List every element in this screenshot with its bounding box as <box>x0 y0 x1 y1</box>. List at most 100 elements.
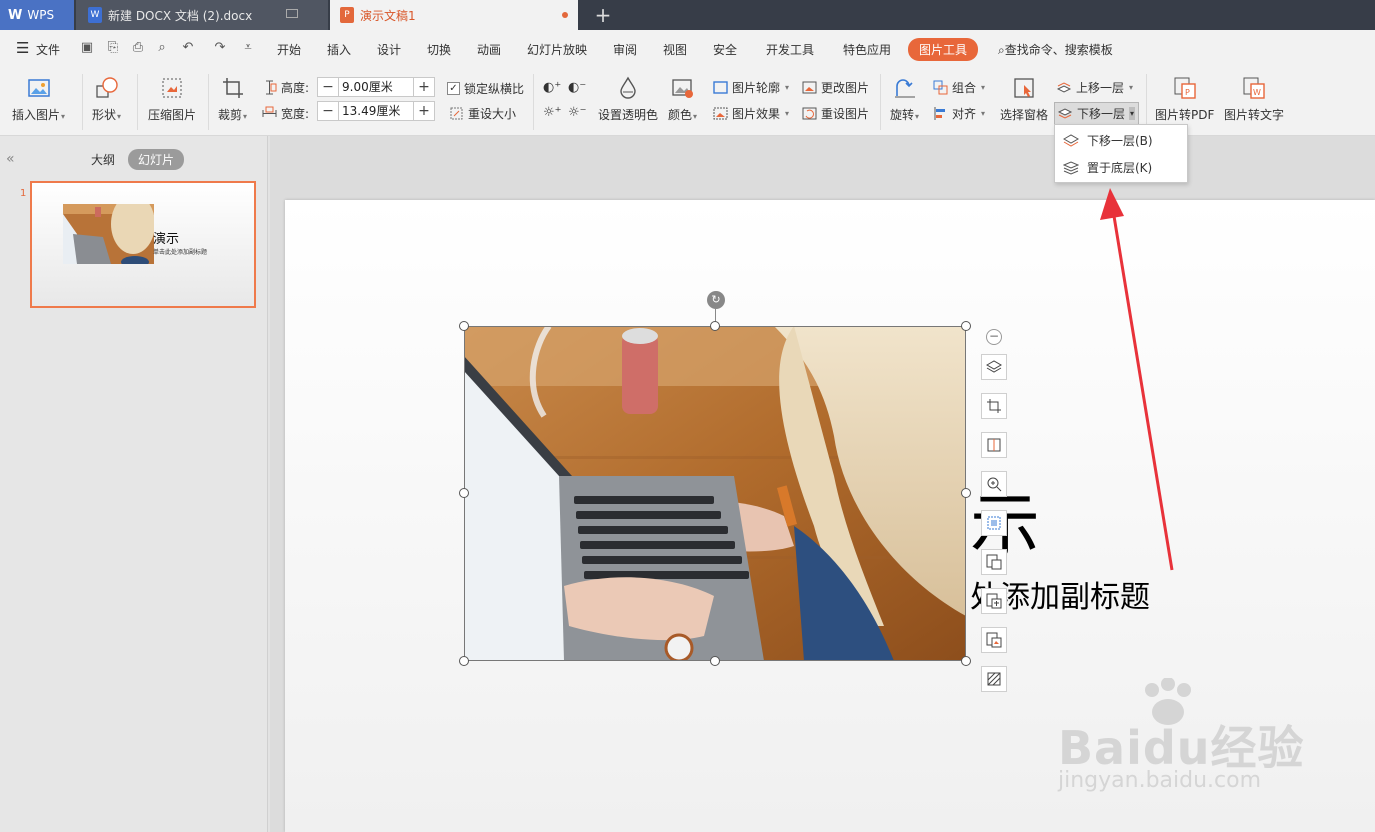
wps-home-tab[interactable]: W WPS <box>0 0 74 30</box>
resize-handle-right[interactable] <box>961 488 971 498</box>
menu-design[interactable]: 设计 <box>377 41 401 58</box>
resize-handle-bottom-left[interactable] <box>459 656 469 666</box>
fill-tool[interactable] <box>981 666 1007 692</box>
crop-tool[interactable] <box>981 393 1007 419</box>
image-text-icon <box>986 554 1002 570</box>
resize-handle-top[interactable] <box>710 321 720 331</box>
print-icon[interactable]: ⎙ <box>131 41 145 55</box>
contrast-decrease-button[interactable]: ☼⁻ <box>568 105 587 120</box>
width-decrease-button[interactable]: − <box>318 102 338 120</box>
picture-effects-button[interactable]: 图片效果 ▾ <box>713 105 789 122</box>
height-stepper[interactable]: − 9.00厘米 + <box>317 77 435 97</box>
monitor-icon[interactable] <box>286 9 298 18</box>
tab-presentation[interactable]: P 演示文稿1 <box>330 0 578 30</box>
image-to-text-tool[interactable] <box>981 549 1007 575</box>
layers-tool[interactable] <box>981 354 1007 380</box>
color-button[interactable]: 颜色▾ <box>668 76 697 123</box>
menu-view[interactable]: 视图 <box>663 41 687 58</box>
collapse-panel-icon[interactable]: « <box>6 151 15 167</box>
menu-features[interactable]: 特色应用 <box>843 41 891 58</box>
compress-image-button[interactable]: 压缩图片 <box>148 76 196 123</box>
bring-forward-icon <box>1057 82 1072 93</box>
zoom-tool[interactable] <box>981 471 1007 497</box>
reset-image-icon <box>802 107 817 120</box>
height-increase-button[interactable]: + <box>414 78 434 96</box>
change-image-icon <box>802 81 817 94</box>
height-input[interactable]: 9.00厘米 <box>338 78 414 96</box>
reset-image-button[interactable]: 重设图片 <box>802 105 869 122</box>
menu-security[interactable]: 安全 <box>713 41 737 58</box>
svg-text:P: P <box>1185 88 1190 97</box>
send-backward-dropdown-icon[interactable]: ▾ <box>1129 107 1136 120</box>
selection-frame <box>464 326 966 661</box>
insert-image-button[interactable]: 插入图片▾ <box>12 76 65 123</box>
search-command[interactable]: ⌕查找命令、搜索模板 <box>998 41 1113 58</box>
title-bar: W WPS W 新建 DOCX 文档 (2).docx P 演示文稿1 + <box>0 0 1375 30</box>
redo-icon[interactable]: ↷ <box>213 41 227 55</box>
resize-handle-bottom[interactable] <box>710 656 720 666</box>
resize-handle-bottom-right[interactable] <box>961 656 971 666</box>
width-input[interactable]: 13.49厘米 <box>338 102 414 120</box>
brightness-up-icon: ◐⁺ <box>543 80 562 95</box>
checkbox-checked-icon: ✓ <box>447 82 460 95</box>
menu-send-to-back[interactable]: 置于底层(K) <box>1063 159 1152 176</box>
output-icon[interactable]: ⎘ <box>106 41 120 55</box>
undo-icon[interactable]: ↶ <box>181 41 195 55</box>
resize-handle-top-left[interactable] <box>459 321 469 331</box>
image-icon <box>27 79 50 97</box>
tab-outline[interactable]: 大纲 <box>91 151 115 168</box>
align-button[interactable]: 对齐 ▾ <box>933 105 985 122</box>
send-backward-button[interactable]: 下移一层 ▾ <box>1054 102 1140 125</box>
menu-review[interactable]: 审阅 <box>613 41 637 58</box>
menu-file[interactable]: 文件 <box>36 41 60 58</box>
menu-slideshow[interactable]: 幻灯片放映 <box>527 41 587 58</box>
menu-picture-tools[interactable]: 图片工具 <box>908 38 979 61</box>
picture-outline-button[interactable]: 图片轮廓 ▾ <box>713 79 789 96</box>
rotate-handle-icon[interactable]: ↻ <box>707 291 725 309</box>
crop-button[interactable]: 裁剪▾ <box>218 76 247 123</box>
reset-size-button[interactable]: 重设大小 <box>449 105 516 122</box>
width-label: 宽度: <box>262 105 309 122</box>
change-image-button[interactable]: 更改图片 <box>802 79 869 96</box>
height-decrease-button[interactable]: − <box>318 78 338 96</box>
menu-animation[interactable]: 动画 <box>477 41 501 58</box>
contrast-increase-button[interactable]: ☼⁺ <box>543 105 562 120</box>
print-preview-icon[interactable]: ⌕ <box>155 41 169 55</box>
resize-handle-left[interactable] <box>459 488 469 498</box>
bring-forward-button[interactable]: 上移一层 ▾ <box>1057 79 1133 96</box>
menu-start[interactable]: 开始 <box>277 41 301 58</box>
image-to-text-button[interactable]: W 图片转文字 <box>1224 76 1284 123</box>
slide-thumbnail[interactable]: 演示 单击此处添加副标题 <box>30 181 256 308</box>
shape-button[interactable]: 形状▾ <box>92 76 121 123</box>
brightness-decrease-button[interactable]: ◐⁻ <box>568 80 586 95</box>
selection-pane-button[interactable]: 选择窗格 <box>1000 76 1048 123</box>
set-transparent-button[interactable]: 设置透明色 <box>598 76 658 123</box>
image-frame-tool[interactable] <box>981 510 1007 536</box>
rotate-button[interactable]: 旋转▾ <box>890 76 919 123</box>
image-add-tool[interactable] <box>981 588 1007 614</box>
width-stepper[interactable]: − 13.49厘米 + <box>317 101 435 121</box>
brightness-increase-button[interactable]: ◐⁺ <box>543 80 561 95</box>
send-backward-icon <box>1063 133 1079 147</box>
menu-developer[interactable]: 开发工具 <box>766 41 814 58</box>
save-icon[interactable]: ▣ <box>80 41 94 55</box>
lock-ratio-checkbox[interactable]: ✓ 锁定纵横比 <box>447 80 524 97</box>
new-tab-button[interactable]: + <box>588 0 618 30</box>
image-to-pdf-button[interactable]: P 图片转PDF <box>1155 76 1214 123</box>
menu-send-backward[interactable]: 下移一层(B) <box>1063 132 1153 149</box>
crop-icon <box>222 78 243 98</box>
menu-insert[interactable]: 插入 <box>327 41 351 58</box>
tab-docx[interactable]: W 新建 DOCX 文档 (2).docx <box>76 0 328 30</box>
width-increase-button[interactable]: + <box>414 102 434 120</box>
split-icon <box>987 438 1001 452</box>
image-replace-tool[interactable] <box>981 627 1007 653</box>
slide-number: 1 <box>20 188 27 199</box>
group-button[interactable]: 组合 ▾ <box>933 79 985 96</box>
menu-transition[interactable]: 切换 <box>427 41 451 58</box>
tab-slides[interactable]: 幻灯片 <box>128 149 185 170</box>
resize-handle-top-right[interactable] <box>961 321 971 331</box>
customize-toolbar-icon[interactable]: ⩡ <box>241 41 255 55</box>
picture-split-tool[interactable] <box>981 432 1007 458</box>
collapse-quicktools-icon[interactable]: − <box>986 329 1002 345</box>
hamburger-icon[interactable]: ☰ <box>16 39 29 57</box>
